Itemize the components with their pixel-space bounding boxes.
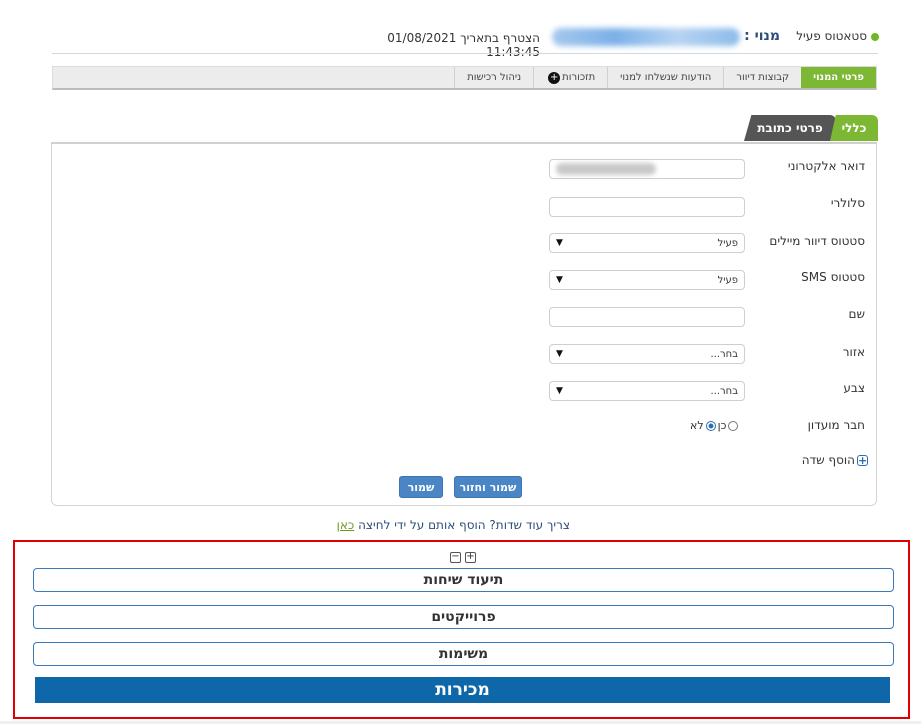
- club-member-radios: לא כן: [690, 419, 745, 432]
- club-no-radio[interactable]: [705, 420, 716, 431]
- nav-mailing-groups[interactable]: קבוצות דיוור: [723, 67, 801, 88]
- nav-sent-messages-label: הודעות שנשלחו למנוי: [620, 72, 712, 83]
- nav-reminders-label: תזכורות: [562, 72, 596, 83]
- nav-mailing-groups-label: קבוצות דיוור: [736, 72, 790, 83]
- club-yes-label: כן: [717, 419, 727, 432]
- club-member-label: חבר מועדון: [807, 418, 865, 432]
- mail-status-value: פעיל: [717, 237, 738, 249]
- email-label: דואר אלקטרוני: [787, 159, 865, 173]
- add-field-label: הוסף שדה: [801, 453, 855, 467]
- section-tasks[interactable]: משימות: [33, 642, 894, 666]
- chevron-down-icon: ▼: [556, 386, 563, 396]
- tab-address-label: פרטי כתובת: [757, 121, 823, 135]
- color-label: צבע: [843, 381, 865, 395]
- sms-status-value: פעיל: [717, 274, 738, 286]
- email-value-redacted: [556, 163, 656, 175]
- nav-purchases[interactable]: ניהול רכישות: [454, 67, 533, 88]
- general-form-panel: [51, 142, 877, 506]
- section-call-log[interactable]: תיעוד שיחות: [33, 568, 894, 592]
- nav-purchases-label: ניהול רכישות: [467, 72, 522, 83]
- region-select[interactable]: ▼ בחר...: [549, 344, 745, 364]
- region-label: אזור: [842, 345, 865, 359]
- section-sales[interactable]: מכירות: [35, 677, 890, 703]
- name-label: שם: [848, 307, 865, 321]
- chevron-down-icon: ▼: [556, 275, 563, 285]
- section-projects[interactable]: פרוייקטים: [33, 605, 894, 629]
- club-yes-radio[interactable]: [728, 420, 739, 431]
- chevron-down-icon: ▼: [556, 238, 563, 248]
- name-field[interactable]: [549, 307, 745, 327]
- color-value: בחר...: [710, 385, 739, 397]
- club-no-label: לא: [690, 419, 704, 432]
- chevron-down-icon: ▼: [556, 349, 563, 359]
- tab-general[interactable]: כללי: [830, 115, 878, 141]
- plus-circle-icon[interactable]: +: [548, 71, 561, 84]
- status-indicator-icon: [871, 33, 879, 41]
- nav-sent-messages[interactable]: הודעות שנשלחו למנוי: [607, 67, 723, 88]
- subscriber-nav: פרטי המנוי קבוצות דיוור הודעות שנשלחו למ…: [52, 66, 877, 90]
- add-field-button[interactable]: + הוסף שדה: [760, 453, 868, 467]
- hint-text: צריך עוד שדות? הוסף אותם על ידי לחיצה: [358, 518, 570, 532]
- sms-status-label: סטטוס SMS: [801, 270, 865, 284]
- mobile-field[interactable]: [549, 197, 745, 217]
- nav-reminders[interactable]: תזכורות +: [533, 67, 607, 88]
- region-value: בחר...: [710, 348, 739, 360]
- mail-status-label: סטטוס דיוור מיילים: [769, 234, 865, 248]
- save-button[interactable]: שמור: [399, 476, 443, 498]
- nav-subscriber-details[interactable]: פרטי המנוי: [801, 67, 876, 88]
- mail-status-select[interactable]: ▼ פעיל: [549, 233, 745, 253]
- nav-subscriber-details-label: פרטי המנוי: [813, 72, 864, 83]
- add-fields-hint: צריך עוד שדות? הוסף אותם על ידי לחיצה כא…: [200, 518, 570, 532]
- save-and-return-button[interactable]: שמור וחזור: [454, 476, 522, 498]
- collapse-all-icon[interactable]: −: [450, 552, 461, 563]
- expand-all-icon[interactable]: +: [465, 552, 476, 563]
- tab-general-label: כללי: [841, 121, 867, 135]
- tab-address-details[interactable]: פרטי כתובת: [744, 115, 836, 141]
- header-divider: [52, 53, 878, 54]
- mobile-label: סלולרי: [830, 196, 865, 210]
- plus-icon: +: [857, 453, 868, 467]
- hint-link[interactable]: כאן: [337, 518, 355, 532]
- subscriber-email-redacted: [552, 28, 740, 46]
- joined-date: הצטרף בתאריך 01/08/2021 11:43:45: [387, 31, 540, 59]
- sms-status-select[interactable]: ▼ פעיל: [549, 270, 745, 290]
- color-select[interactable]: ▼ בחר...: [549, 381, 745, 401]
